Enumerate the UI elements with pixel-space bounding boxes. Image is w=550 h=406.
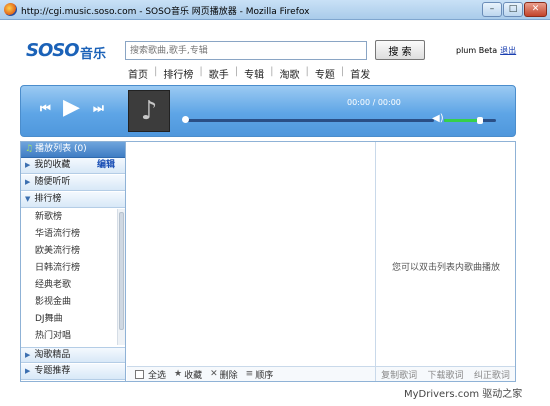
triangle-right-icon: ▶ (25, 178, 31, 186)
play-icon[interactable]: ▶ (63, 95, 80, 120)
lyrics-panel: 您可以双击列表内歌曲播放 (375, 142, 515, 381)
chart-item-classics[interactable]: 经典老歌 (21, 277, 117, 294)
playlist-label: 播放列表 (0) (35, 144, 87, 154)
chart-item-soundtracks[interactable]: 影视金曲 (21, 294, 117, 311)
next-icon[interactable]: ⏭ (93, 101, 104, 116)
select-all-label: 全选 (148, 370, 167, 381)
nav-topics[interactable]: 专题 (309, 66, 341, 81)
logout-link[interactable]: 退出 (500, 46, 516, 55)
charts-label: 排行榜 (34, 194, 62, 204)
nav-albums[interactable]: 专辑 (238, 66, 270, 81)
prev-icon[interactable]: ⏮ (40, 101, 51, 116)
nav-taoge[interactable]: 淘歌 (274, 66, 306, 81)
logo-suffix: 音乐 (80, 47, 107, 62)
chart-item-chinese-pop[interactable]: 华语流行榜 (21, 226, 117, 243)
nav-premiere[interactable]: 首发 (344, 66, 376, 81)
speaker-icon[interactable]: ◀) (432, 113, 444, 124)
x-icon: ✕ (210, 369, 218, 379)
chart-item-dj[interactable]: DJ舞曲 (21, 311, 117, 328)
music-note-icon: ♫ (25, 144, 34, 154)
minimize-button[interactable]: – (482, 2, 502, 17)
favorite-button[interactable]: ★ 收藏 (174, 368, 202, 381)
scrollbar-thumb[interactable] (119, 212, 124, 330)
star-icon: ★ (174, 369, 183, 379)
close-button[interactable]: ✕ (524, 2, 547, 17)
song-list[interactable] (127, 142, 375, 366)
list-toolbar: 全选 ★ 收藏 ✕ 删除 ≡ 顺序 (127, 366, 375, 381)
sidebar-item-charts[interactable]: ▼ 排行榜 (21, 192, 125, 208)
sidebar-item-favorites[interactable]: ▶ 我的收藏 编辑 (21, 158, 125, 174)
topics-label: 专题推荐 (34, 366, 71, 376)
delete-label: 删除 (219, 370, 238, 381)
order-label: 顺序 (255, 370, 274, 381)
sidebar: ♫ 播放列表 (0) ▶ 我的收藏 编辑 ▶ 随便听听 ▼ 排行榜 新歌榜 华语流行榜 … (21, 142, 126, 381)
order-button[interactable]: ≡ 顺序 (246, 368, 274, 381)
user-name: plum Beta (456, 46, 498, 55)
watermark: MyDrivers.com 驱动之家 (404, 389, 523, 400)
soso-music-logo[interactable]: SOSO 音乐 (26, 40, 112, 66)
checkbox-icon[interactable] (135, 369, 144, 379)
player-bar: ⏮ ▶ ⏭ ♪ 00:00 / 00:00 ◀) (20, 85, 516, 137)
download-lyrics-button[interactable]: 下载歌词 (427, 368, 463, 381)
sidebar-scrollbar[interactable] (117, 209, 125, 345)
main-nav: 首页 | 排行榜 | 歌手 | 专辑 | 淘歌 | 专题 | 首发 (128, 66, 376, 81)
time-display: 00:00 / 00:00 (347, 98, 401, 107)
search-input[interactable] (125, 41, 367, 60)
triangle-right-icon: ▶ (25, 367, 31, 375)
sidebar-item-boutique[interactable]: ▶ 淘歌精品 (21, 347, 125, 363)
select-all-button[interactable]: 全选 (135, 368, 166, 381)
sidebar-item-random[interactable]: ▶ 随便听听 (21, 175, 125, 191)
search-button[interactable]: 搜 索 (375, 40, 425, 60)
chart-item-duets[interactable]: 热门对唱 (21, 328, 117, 345)
lyrics-hint: 您可以双击列表内歌曲播放 (391, 263, 500, 273)
volume-knob[interactable] (477, 117, 484, 124)
progress-knob[interactable] (182, 116, 189, 123)
user-info: plum Beta 退出 (456, 45, 516, 56)
volume-slider[interactable] (444, 117, 496, 124)
copy-lyrics-button[interactable]: 复制歌词 (381, 368, 417, 381)
nav-singers[interactable]: 歌手 (203, 66, 235, 81)
logo-brand: SOSO (26, 40, 80, 61)
content-frame: ♫ 播放列表 (0) ▶ 我的收藏 编辑 ▶ 随便听听 ▼ 排行榜 新歌榜 华语流行榜 … (20, 141, 516, 382)
list-icon: ≡ (245, 369, 254, 379)
volume-fill (444, 119, 481, 122)
window-title: http://cgi.music.soso.com - SOSO音乐 网页播放器… (21, 7, 310, 17)
music-note-icon: ♪ (140, 96, 158, 126)
correct-lyrics-button[interactable]: 纠正歌词 (474, 368, 510, 381)
progress-bar[interactable] (182, 116, 434, 123)
boutique-label: 淘歌精品 (34, 350, 71, 360)
triangle-right-icon: ▶ (25, 161, 31, 169)
chart-item-western-pop[interactable]: 欧美流行榜 (21, 243, 117, 260)
chart-list: 新歌榜 华语流行榜 欧美流行榜 日韩流行榜 经典老歌 影视金曲 DJ舞曲 热门对… (21, 209, 117, 345)
window-title-bar: http://cgi.music.soso.com - SOSO音乐 网页播放器… (0, 0, 550, 20)
firefox-icon (4, 3, 17, 16)
lyrics-toolbar: 复制歌词 下载歌词 纠正歌词 (376, 366, 515, 381)
album-cover: ♪ (128, 90, 170, 132)
favorites-label: 我的收藏 (34, 160, 71, 170)
favorite-label: 收藏 (184, 370, 203, 381)
nav-home[interactable]: 首页 (128, 66, 154, 81)
edit-favorites-link[interactable]: 编辑 (97, 158, 115, 173)
triangle-right-icon: ▶ (25, 351, 31, 359)
random-label: 随便听听 (34, 177, 71, 187)
triangle-down-icon: ▼ (25, 195, 31, 203)
chart-item-jk-pop[interactable]: 日韩流行榜 (21, 260, 117, 277)
delete-button[interactable]: ✕ 删除 (210, 368, 238, 381)
sidebar-item-topics[interactable]: ▶ 专题推荐 (21, 364, 125, 380)
sidebar-item-playlist[interactable]: ♫ 播放列表 (0) (21, 142, 125, 158)
nav-charts[interactable]: 排行榜 (157, 66, 199, 81)
maximize-button[interactable]: □ (503, 2, 523, 17)
chart-item-new-songs[interactable]: 新歌榜 (21, 209, 117, 226)
